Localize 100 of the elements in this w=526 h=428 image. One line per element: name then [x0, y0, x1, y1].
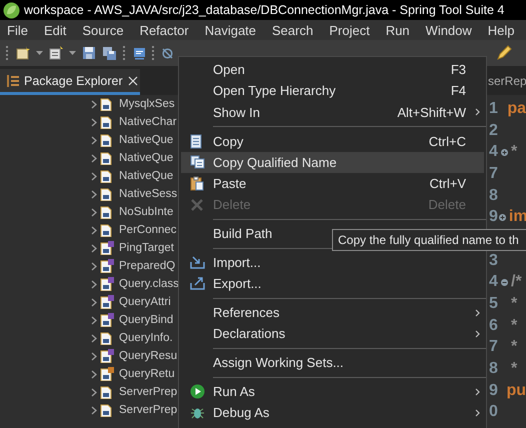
code-text: pu: [506, 382, 526, 400]
context-menu-item[interactable]: References: [181, 302, 484, 324]
monitor-icon: [133, 46, 146, 60]
tree-item[interactable]: Query.class: [119, 278, 179, 290]
line-number: 4: [489, 143, 499, 162]
menu-item[interactable]: Refactor: [132, 22, 198, 38]
class-file-icon: [100, 133, 114, 147]
code-text: *: [511, 338, 518, 356]
class-file-icon: [100, 151, 114, 165]
class-file-icon: [100, 403, 114, 417]
tooltip: Copy the fully qualified name to th: [332, 229, 526, 251]
menu-item[interactable]: Edit: [36, 22, 76, 38]
import-icon: [190, 256, 204, 270]
tree-item[interactable]: NativeChar: [119, 116, 177, 128]
class-file-icon: [100, 331, 114, 345]
line-number: 5: [489, 295, 499, 314]
new-package-icon: [49, 46, 63, 60]
expand-fold-icon[interactable]: [501, 148, 508, 156]
context-menu-item[interactable]: Run As: [181, 380, 484, 402]
package-explorer-icon: [7, 74, 19, 88]
tree-item[interactable]: QueryResu: [119, 350, 178, 362]
line-number: 7: [489, 338, 499, 356]
menu-item[interactable]: Source: [75, 22, 133, 38]
tree-item[interactable]: QueryRetu: [119, 368, 175, 380]
class-file-icon: [100, 313, 114, 327]
caret-icon: [36, 51, 43, 55]
class-file-icon: [100, 169, 114, 183]
tree-item[interactable]: NativeQue: [119, 170, 174, 182]
delete-icon: [191, 198, 203, 211]
tree-item[interactable]: PingTarget: [119, 242, 174, 254]
copy-icon: [190, 134, 204, 149]
tree-item[interactable]: ServerPrep: [119, 404, 178, 416]
save-icon: [82, 46, 96, 60]
context-menu-item[interactable]: Assign Working Sets...: [181, 352, 484, 374]
code-text: *: [511, 295, 518, 314]
menu-item[interactable]: Window: [418, 22, 481, 38]
code-text: *: [511, 360, 518, 378]
line-number: 6: [489, 316, 499, 335]
class-file-icon: [100, 205, 114, 219]
class-file-icon: [100, 97, 114, 111]
pencil-icon: [496, 45, 512, 61]
code-text: pa: [507, 100, 526, 118]
context-menu-item[interactable]: Open Type Hierarchy F4: [181, 80, 484, 102]
context-menu-item[interactable]: Paste Ctrl+V: [181, 172, 484, 194]
context-menu-item[interactable]: Debug As: [181, 402, 484, 424]
tree-item[interactable]: NoSubInte: [119, 206, 174, 218]
tree-item[interactable]: NativeQue: [119, 134, 174, 146]
context-menu-item[interactable]: Copy Ctrl+C: [181, 130, 484, 152]
class-file-icon: [100, 187, 114, 201]
new-file-icon: [16, 46, 30, 60]
clipboard-icon: [190, 176, 204, 192]
save-all-icon: [102, 46, 117, 60]
tree-item[interactable]: PerConnec: [119, 224, 177, 236]
context-menu-item[interactable]: Declarations: [181, 323, 484, 345]
export-icon: [190, 277, 204, 290]
play-icon: [190, 384, 204, 399]
class-file-icon: [100, 241, 114, 255]
tree-item[interactable]: PreparedQ: [119, 260, 176, 272]
menu-item[interactable]: Search: [265, 22, 322, 38]
tree-item[interactable]: QueryInfo.: [119, 332, 173, 344]
line-number: 9: [489, 382, 498, 400]
context-menu-item[interactable]: Copy Qualified Name: [181, 152, 484, 173]
tree-item[interactable]: QueryBind: [119, 314, 174, 326]
menu-item[interactable]: Navigate: [198, 22, 266, 38]
tree-item[interactable]: NativeQue: [119, 152, 174, 164]
code-text: *: [511, 316, 518, 335]
class-file-icon: [100, 349, 114, 363]
line-number: 3: [489, 252, 499, 270]
line-number: 2: [489, 122, 499, 140]
line-number: 4: [489, 273, 499, 292]
tree-item[interactable]: NativeSess: [119, 188, 178, 200]
line-number: 8: [489, 360, 499, 378]
class-file-icon: [100, 385, 114, 399]
class-file-icon: [100, 115, 114, 129]
context-menu-item[interactable]: Show In Alt+Shift+W: [181, 102, 484, 123]
tree-item[interactable]: QueryAttri: [119, 296, 171, 308]
line-number: 0: [489, 403, 499, 422]
code-text: *: [511, 143, 518, 162]
menu-item[interactable]: Run: [378, 22, 419, 38]
line-number: 1: [489, 100, 498, 118]
close-icon: [128, 76, 138, 86]
line-number: 8: [489, 186, 499, 205]
collapse-fold-icon[interactable]: [501, 278, 508, 286]
menu-item[interactable]: Help: [480, 22, 524, 38]
code-text: /*: [511, 273, 522, 292]
class-file-icon: [100, 295, 114, 309]
context-menu-item[interactable]: Import...: [181, 252, 484, 274]
leaf-logo-icon: [3, 2, 20, 18]
tree-item[interactable]: ServerPrep: [119, 386, 178, 398]
tree-item[interactable]: MysqlxSes: [119, 98, 175, 110]
menu-item[interactable]: Project: [322, 22, 379, 38]
window-title: workspace - AWS_JAVA/src/j23_database/DBConnectionMgr.java - Spring Tool Suite 4: [24, 3, 504, 17]
caret-icon: [69, 51, 76, 55]
context-menu-item[interactable]: Export...: [181, 273, 484, 294]
class-file-icon: [100, 259, 114, 273]
class-file-icon: [100, 277, 114, 291]
menu-item[interactable]: File: [0, 22, 37, 38]
context-menu-item[interactable]: Open F3: [181, 59, 484, 80]
package-explorer-tab[interactable]: Package Explorer: [0, 69, 140, 95]
expand-fold-icon[interactable]: [498, 214, 506, 221]
